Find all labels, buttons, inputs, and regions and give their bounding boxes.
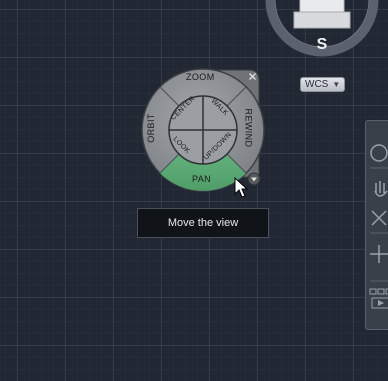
wheel-menu-icon[interactable] xyxy=(247,172,261,186)
zoom-label[interactable]: ZOOM xyxy=(186,72,215,82)
pan-label[interactable]: PAN xyxy=(192,174,211,184)
rewind-label[interactable]: REWIND xyxy=(243,109,253,148)
tooltip: Move the view xyxy=(137,208,269,238)
tooltip-text: Move the view xyxy=(167,217,239,229)
compass-south-label[interactable]: S xyxy=(313,36,331,54)
coordinate-system-menu[interactable]: WCS ▼ xyxy=(300,77,345,92)
coordinate-system-value: WCS xyxy=(305,79,329,90)
mouse-pointer-icon xyxy=(234,177,248,198)
navigation-bar xyxy=(365,120,388,330)
close-icon[interactable] xyxy=(247,71,259,82)
chevron-down-icon: ▼ xyxy=(332,80,341,89)
pan-icon[interactable] xyxy=(374,181,388,197)
steering-wheel[interactable]: ZOOM PAN ORBIT REWIND CENTER WALK LOOK U… xyxy=(141,67,265,194)
zoom-extents-icon[interactable] xyxy=(371,210,387,226)
orbit-icon[interactable] xyxy=(370,245,388,263)
orbit-label[interactable]: ORBIT xyxy=(146,113,156,143)
steering-wheel-icon[interactable] xyxy=(370,144,388,162)
